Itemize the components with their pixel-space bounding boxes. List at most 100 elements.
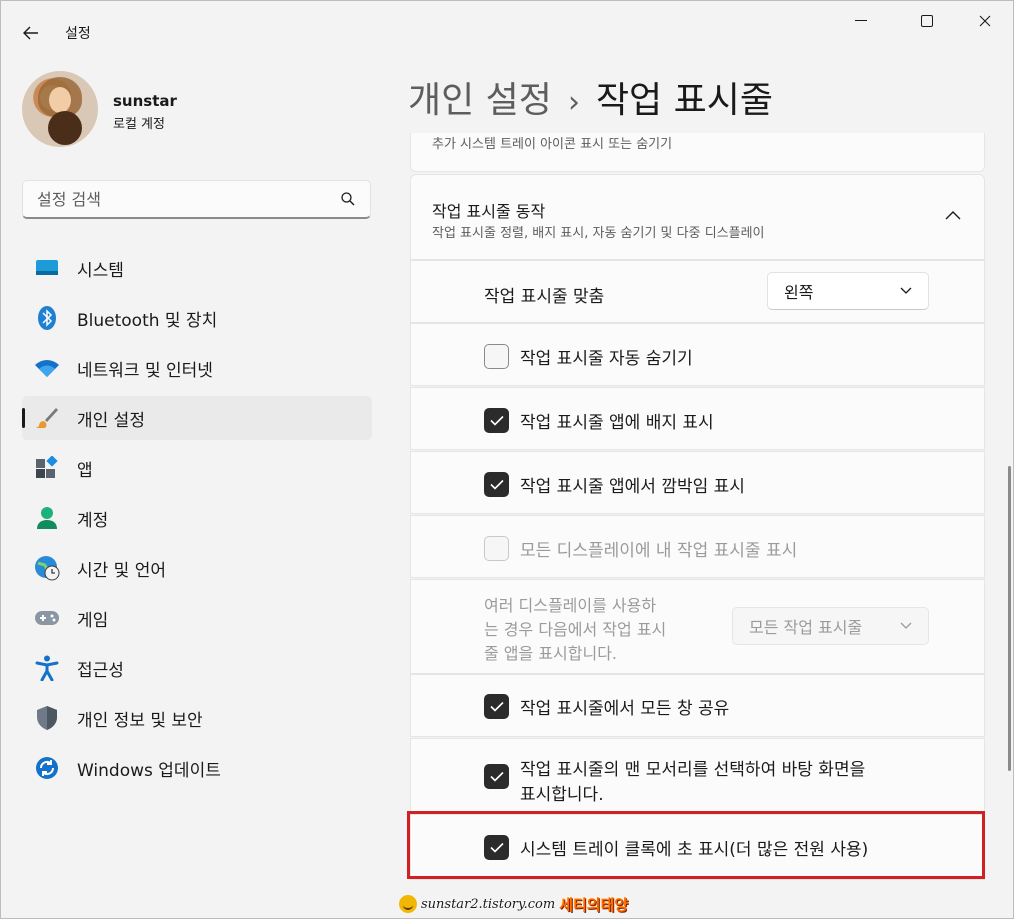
person-icon [34,505,60,531]
sidebar-item-label: 개인 설정 [77,410,145,431]
update-icon [34,755,60,781]
sidebar-item-label: 개인 정보 및 보안 [77,710,203,731]
sidebar-item-system[interactable]: 시스템 [22,246,372,290]
multi-display-dropdown: 모든 작업 표시줄 [732,607,929,645]
chevron-down-icon [900,622,912,629]
search-icon[interactable] [340,191,356,207]
seconds-clock-row: 시스템 트레이 클록에 초 표시(더 많은 전원 사용) [410,814,985,880]
sidebar-item-accounts[interactable]: 계정 [22,496,372,540]
sidebar-item-label: Windows 업데이트 [77,760,221,781]
account-type: 로컬 계정 [113,117,165,132]
badges-checkbox[interactable] [484,408,509,433]
breadcrumb-current: 작업 표시줄 [595,80,773,121]
checkbox-label: 시스템 트레이 클록에 초 표시(더 많은 전원 사용) [520,840,869,860]
system-display-icon [34,255,60,281]
sidebar-item-windows-update[interactable]: Windows 업데이트 [22,746,372,790]
far-corner-row: 작업 표시줄의 맨 모서리를 선택하여 바탕 화면을 표시합니다. [410,738,985,814]
globe-clock-icon [34,555,60,581]
avatar[interactable] [22,71,98,147]
bluetooth-icon [34,305,60,331]
checkmark-icon [489,842,504,853]
alignment-dropdown[interactable]: 왼쪽 [767,272,929,310]
sidebar-item-apps[interactable]: 앱 [22,446,372,490]
auto-hide-row: 작업 표시줄 자동 숨기기 [410,323,985,386]
sidebar-item-label: 시간 및 언어 [77,560,167,581]
breadcrumb-separator: › [567,85,580,120]
sidebar-item-label: Bluetooth 및 장치 [77,310,218,331]
sidebar-item-label: 시스템 [77,260,124,281]
checkbox-label: 작업 표시줄 앱에 배지 표시 [520,413,714,433]
search-input[interactable] [37,189,340,209]
breadcrumb-parent[interactable]: 개인 설정 [408,80,552,121]
multi-display-row: 여러 디스플레이를 사용하 는 경우 다음에서 작업 표시 줄 앱을 표시합니다… [410,579,985,674]
share-window-checkbox[interactable] [484,694,509,719]
watermark-url: sunstar2.tistory.com [421,896,556,912]
sidebar-item-accessibility[interactable]: 접근성 [22,646,372,690]
maximize-button[interactable] [899,1,955,41]
page-title: 개인 설정 › 작업 표시줄 [408,71,773,123]
wifi-icon [34,355,60,381]
sidebar-item-label: 게임 [77,610,109,631]
maximize-icon [921,15,933,27]
taskbar-alignment-row: 작업 표시줄 맞춤 왼쪽 [410,260,985,323]
sidebar-item-label: 앱 [77,460,93,481]
smiley-icon [399,895,417,913]
sidebar-item-label: 네트워크 및 인터넷 [77,360,213,381]
sidebar-item-bluetooth[interactable]: Bluetooth 및 장치 [22,296,372,340]
sidebar-item-privacy[interactable]: 개인 정보 및 보안 [22,696,372,740]
sidebar-item-label: 접근성 [77,660,124,681]
close-icon [979,15,991,27]
sidebar-item-gaming[interactable]: 게임 [22,596,372,640]
sidebar-item-label: 계정 [77,510,109,531]
share-window-row: 작업 표시줄에서 모든 창 공유 [410,674,985,737]
brush-icon [34,405,60,431]
alignment-label: 작업 표시줄 맞춤 [484,287,605,307]
checkmark-icon [489,415,504,426]
sidebar-item-personalization[interactable]: 개인 설정 [22,396,372,440]
apps-icon [34,455,60,481]
scrollbar-thumb[interactable] [1008,466,1011,771]
all-displays-row: 모든 디스플레이에 내 작업 표시줄 표시 [410,515,985,578]
system-tray-icons-card[interactable]: 추가 시스템 트레이 아이콘 표시 또는 숨기기 [410,133,985,172]
taskbar-behaviors-header[interactable]: 작업 표시줄 동작 작업 표시줄 정렬, 배지 표시, 자동 숨기기 및 다중 … [410,174,985,260]
shield-icon [34,705,60,731]
checkmark-icon [489,701,504,712]
checkbox-label: 작업 표시줄에서 모든 창 공유 [520,699,730,719]
title-bar: 설정 [1,1,1013,63]
checkmark-icon [489,771,504,782]
card-description: 추가 시스템 트레이 아이콘 표시 또는 숨기기 [432,137,673,152]
checkbox-label: 작업 표시줄 앱에서 깜박임 표시 [520,477,745,497]
back-button[interactable] [15,19,47,47]
user-name: sunstar [113,92,177,110]
sidebar-nav: 시스템 Bluetooth 및 장치 네트워크 및 인터넷 개인 설정 앱 계정… [22,246,372,796]
accessibility-icon [34,655,60,681]
seconds-clock-checkbox[interactable] [484,835,509,860]
watermark-name: 세티의태양 [559,895,629,914]
gamepad-icon [34,605,60,631]
checkbox-label: 작업 표시줄 자동 숨기기 [520,349,693,369]
dropdown-value: 모든 작업 표시줄 [749,618,863,637]
badges-row: 작업 표시줄 앱에 배지 표시 [410,387,985,450]
minimize-button[interactable] [833,1,889,41]
checkbox-label: 모든 디스플레이에 내 작업 표시줄 표시 [520,541,798,561]
sidebar-item-time-language[interactable]: 시간 및 언어 [22,546,372,590]
app-title: 설정 [65,26,91,42]
multi-display-label-line1: 여러 디스플레이를 사용하 [484,596,657,615]
multi-display-label-line2: 는 경우 다음에서 작업 표시 [484,620,667,639]
group-title: 작업 표시줄 동작 [432,202,546,221]
minimize-icon [855,20,867,21]
settings-content: 추가 시스템 트레이 아이콘 표시 또는 숨기기 작업 표시줄 동작 작업 표시… [410,133,985,919]
far-corner-label-line2: 표시합니다. [520,785,604,805]
back-arrow-icon [23,26,38,40]
auto-hide-checkbox[interactable] [484,344,509,369]
far-corner-label-line1: 작업 표시줄의 맨 모서리를 선택하여 바탕 화면을 [520,760,866,780]
flashing-checkbox[interactable] [484,472,509,497]
sidebar-item-network[interactable]: 네트워크 및 인터넷 [22,346,372,390]
watermark: sunstar2.tistory.com 세티의태양 [399,892,628,916]
search-box[interactable] [22,180,371,219]
dropdown-value: 왼쪽 [784,283,814,302]
close-button[interactable] [957,1,1013,41]
far-corner-checkbox[interactable] [484,764,509,789]
flashing-row: 작업 표시줄 앱에서 깜박임 표시 [410,451,985,514]
chevron-up-icon[interactable] [944,208,962,222]
